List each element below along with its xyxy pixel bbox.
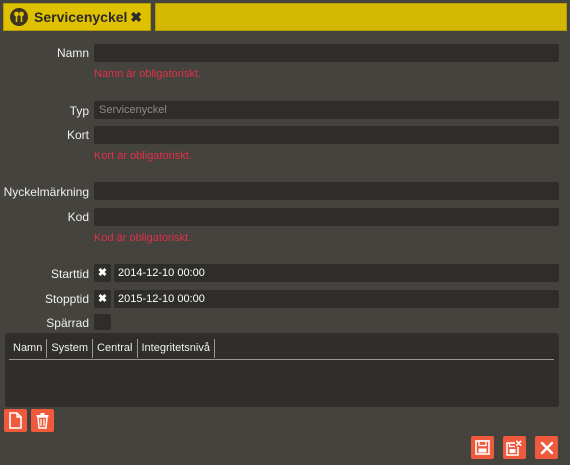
starttid-label: Starttid — [50, 267, 89, 281]
tab-bar-fill — [155, 3, 567, 31]
key-icon — [10, 8, 28, 26]
kod-error: Kod är obligatoriskt. — [94, 232, 192, 244]
column-header-system[interactable]: System — [47, 339, 94, 358]
title-bar: Servicenyckel ✖ — [0, 0, 570, 34]
kort-input[interactable] — [94, 126, 559, 144]
typ-label: Typ — [69, 104, 89, 118]
trash-icon — [36, 413, 49, 429]
table-header: Namn System Central Integritetsnivå — [9, 339, 554, 360]
starttid-input[interactable]: 2014-12-10 00:00 — [114, 264, 559, 282]
tab-close-icon[interactable]: ✖ — [130, 9, 142, 26]
namn-label: Namn — [56, 46, 89, 60]
sparrad-label: Spärrad — [46, 316, 89, 330]
delete-button[interactable] — [31, 409, 54, 432]
namn-input[interactable] — [94, 44, 559, 62]
close-icon — [540, 441, 553, 454]
tab-title: Servicenyckel — [34, 9, 128, 25]
close-button[interactable] — [535, 436, 558, 459]
kort-label: Kort — [66, 128, 89, 142]
save-and-close-button[interactable] — [503, 436, 526, 459]
kod-label: Kod — [67, 210, 89, 224]
nyckelmarkning-input[interactable] — [94, 182, 559, 200]
nyckelmarkning-label: Nyckelmärkning — [3, 185, 89, 199]
new-document-icon — [9, 412, 22, 429]
stopptid-label: Stopptid — [44, 292, 89, 306]
new-document-button[interactable] — [4, 409, 27, 432]
column-header-namn[interactable]: Namn — [9, 339, 48, 358]
column-header-central[interactable]: Central — [93, 339, 138, 358]
starttid-clear-icon[interactable]: ✖ — [94, 264, 111, 282]
tab-servicenyckel[interactable]: Servicenyckel ✖ — [3, 3, 151, 31]
members-table: Namn System Central Integritetsnivå — [5, 333, 559, 407]
save-close-icon — [506, 439, 523, 456]
namn-error: Namn är obligatoriskt. — [94, 68, 201, 80]
kort-error: Kort är obligatoriskt. — [94, 150, 192, 162]
column-header-integritetsniva[interactable]: Integritetsnivå — [138, 339, 215, 358]
stopptid-clear-icon[interactable]: ✖ — [94, 290, 111, 308]
save-icon — [475, 440, 490, 455]
kod-input[interactable] — [94, 208, 559, 226]
stopptid-input[interactable]: 2015-12-10 00:00 — [114, 290, 559, 308]
sparrad-checkbox[interactable] — [94, 314, 111, 330]
typ-field: Servicenyckel — [94, 101, 559, 119]
save-button[interactable] — [471, 436, 494, 459]
